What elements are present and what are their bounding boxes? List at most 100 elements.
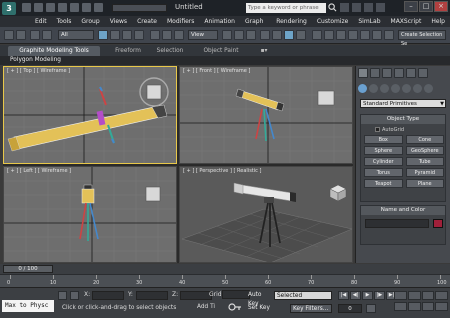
viewport-label-perspective[interactable]: [ + ] [ Perspective ] [ Realistic ] bbox=[183, 168, 261, 174]
maxscript-listener-input[interactable]: Max to Physc bbox=[2, 300, 54, 312]
mirror-icon[interactable] bbox=[324, 30, 334, 40]
keyboard-shortcut-icon[interactable] bbox=[246, 30, 256, 40]
zoom-icon[interactable] bbox=[394, 291, 407, 300]
window-crossing-icon[interactable] bbox=[134, 30, 144, 40]
menu-rendering[interactable]: Rendering bbox=[271, 16, 312, 27]
tab-freeform[interactable]: Freeform bbox=[106, 46, 150, 56]
menu-help[interactable]: Help bbox=[426, 16, 450, 27]
workspace-dropdown[interactable] bbox=[112, 4, 167, 12]
maximize-viewport-icon[interactable] bbox=[435, 302, 448, 311]
space-warps-icon[interactable] bbox=[413, 84, 422, 93]
name-and-color-header[interactable]: Name and Color bbox=[361, 206, 445, 215]
motion-tab-icon[interactable] bbox=[394, 68, 404, 78]
autogrid-checkbox[interactable]: AutoGrid bbox=[375, 127, 404, 133]
object-type-header[interactable]: Object Type bbox=[361, 115, 445, 124]
menu-animation[interactable]: Animation bbox=[199, 16, 240, 27]
menu-views[interactable]: Views bbox=[105, 16, 132, 27]
zoom-extents-all-icon[interactable] bbox=[435, 291, 448, 300]
key-filters-button[interactable]: Key Filters... bbox=[290, 304, 332, 313]
tab-selection[interactable]: Selection bbox=[150, 46, 190, 56]
viewport-label-left[interactable]: [ + ] [ Left ] [ Wireframe ] bbox=[7, 168, 71, 174]
angle-snap-icon[interactable] bbox=[272, 30, 282, 40]
selection-lock-icon[interactable] bbox=[58, 291, 67, 300]
align-icon[interactable] bbox=[336, 30, 346, 40]
lights-icon[interactable] bbox=[380, 84, 389, 93]
telescope-left[interactable] bbox=[79, 184, 99, 241]
viewcube-left[interactable] bbox=[145, 186, 161, 202]
selection-filter-dropdown[interactable]: All bbox=[58, 30, 94, 40]
percent-snap-icon[interactable] bbox=[284, 30, 294, 40]
app-logo-button[interactable]: 3 bbox=[2, 2, 16, 15]
snaps-toggle-icon[interactable] bbox=[260, 30, 270, 40]
geosphere-button[interactable]: GeoSphere bbox=[405, 146, 444, 155]
auto-key-button[interactable]: Auto Key bbox=[248, 291, 270, 307]
create-tab-icon[interactable] bbox=[358, 68, 368, 78]
viewport-label-front[interactable]: [ + ] [ Front ] [ Wireframe ] bbox=[183, 68, 250, 74]
select-scale-icon[interactable] bbox=[174, 30, 184, 40]
time-configuration-icon[interactable] bbox=[366, 304, 376, 313]
spinner-snap-icon[interactable] bbox=[296, 30, 306, 40]
curve-editor-icon[interactable] bbox=[360, 30, 370, 40]
viewcube-persp[interactable] bbox=[329, 184, 347, 202]
menu-tools[interactable]: Tools bbox=[52, 16, 77, 27]
link-icon[interactable] bbox=[30, 30, 40, 40]
orbit-icon[interactable] bbox=[421, 302, 435, 311]
render-icon[interactable] bbox=[384, 30, 394, 40]
grid-spacing-field[interactable] bbox=[222, 290, 250, 299]
add-time-tag[interactable]: Add Ti bbox=[197, 304, 215, 310]
zoom-extents-icon[interactable] bbox=[421, 291, 435, 300]
go-to-start-icon[interactable]: |◀ bbox=[338, 291, 349, 300]
viewport-front[interactable]: [ + ] [ Front ] [ Wireframe ] bbox=[179, 66, 353, 164]
telescope-front[interactable] bbox=[235, 88, 285, 142]
search-icon[interactable] bbox=[328, 3, 337, 12]
save-icon[interactable] bbox=[46, 3, 55, 12]
subscription-icon[interactable] bbox=[340, 3, 349, 12]
shapes-icon[interactable] bbox=[369, 84, 378, 93]
select-manipulate-icon[interactable] bbox=[234, 30, 244, 40]
geometry-icon[interactable] bbox=[358, 84, 367, 93]
viewcube-front[interactable] bbox=[317, 90, 335, 106]
utilities-tab-icon[interactable] bbox=[418, 68, 428, 78]
material-editor-icon[interactable] bbox=[372, 30, 382, 40]
hierarchy-tab-icon[interactable] bbox=[382, 68, 392, 78]
viewport-top[interactable]: [ + ] [ Top ] [ Wireframe ] bbox=[3, 66, 177, 164]
redo-icon[interactable] bbox=[70, 3, 79, 12]
y-coordinate-field[interactable] bbox=[136, 291, 168, 300]
next-frame-icon[interactable]: |▶ bbox=[374, 291, 385, 300]
current-frame-field[interactable]: 0 bbox=[338, 304, 362, 313]
sphere-button[interactable]: Sphere bbox=[364, 146, 403, 155]
pivot-center-icon[interactable] bbox=[222, 30, 232, 40]
x-coordinate-field[interactable] bbox=[92, 291, 124, 300]
select-object-icon[interactable] bbox=[98, 30, 108, 40]
field-of-view-icon[interactable] bbox=[394, 302, 407, 311]
absolute-mode-icon[interactable] bbox=[70, 291, 79, 300]
cameras-icon[interactable] bbox=[391, 84, 400, 93]
menu-create[interactable]: Create bbox=[132, 16, 162, 27]
telescope-tube-top[interactable] bbox=[7, 104, 168, 152]
close-button[interactable]: × bbox=[434, 1, 448, 12]
communication-icon[interactable] bbox=[352, 3, 361, 12]
workspace-dropdown-icon[interactable] bbox=[94, 3, 103, 12]
project-folder-icon[interactable] bbox=[82, 3, 91, 12]
tab-graphite-modeling-tools[interactable]: Graphite Modeling Tools bbox=[8, 46, 100, 56]
named-selection-sets-dropdown[interactable]: Create Selection Se bbox=[398, 30, 446, 47]
teapot-button[interactable]: Teapot bbox=[364, 179, 403, 188]
menu-simlab[interactable]: SimLab bbox=[353, 16, 385, 27]
key-set-dropdown[interactable]: Selected bbox=[274, 291, 332, 300]
menu-graph-editors[interactable]: Graph Editors bbox=[240, 16, 271, 36]
redo-icon[interactable] bbox=[16, 30, 26, 40]
tab-object-paint[interactable]: Object Paint bbox=[196, 46, 246, 56]
helpers-icon[interactable] bbox=[402, 84, 411, 93]
maximize-button[interactable]: □ bbox=[419, 1, 433, 12]
box-button[interactable]: Box bbox=[364, 135, 403, 144]
pyramid-button[interactable]: Pyramid bbox=[405, 168, 444, 177]
new-file-icon[interactable] bbox=[22, 3, 31, 12]
viewport-label-top[interactable]: [ + ] [ Top ] [ Wireframe ] bbox=[7, 68, 70, 74]
previous-frame-icon[interactable]: ◀| bbox=[350, 291, 361, 300]
minimize-button[interactable]: – bbox=[404, 1, 418, 12]
track-bar[interactable]: 0 10 20 30 40 50 60 70 80 90 100 bbox=[0, 274, 450, 287]
tube-button[interactable]: Tube bbox=[405, 157, 444, 166]
help-icon[interactable] bbox=[376, 3, 385, 12]
polygon-modeling-panel[interactable]: Polygon Modeling bbox=[10, 56, 61, 65]
select-by-name-icon[interactable] bbox=[110, 30, 120, 40]
